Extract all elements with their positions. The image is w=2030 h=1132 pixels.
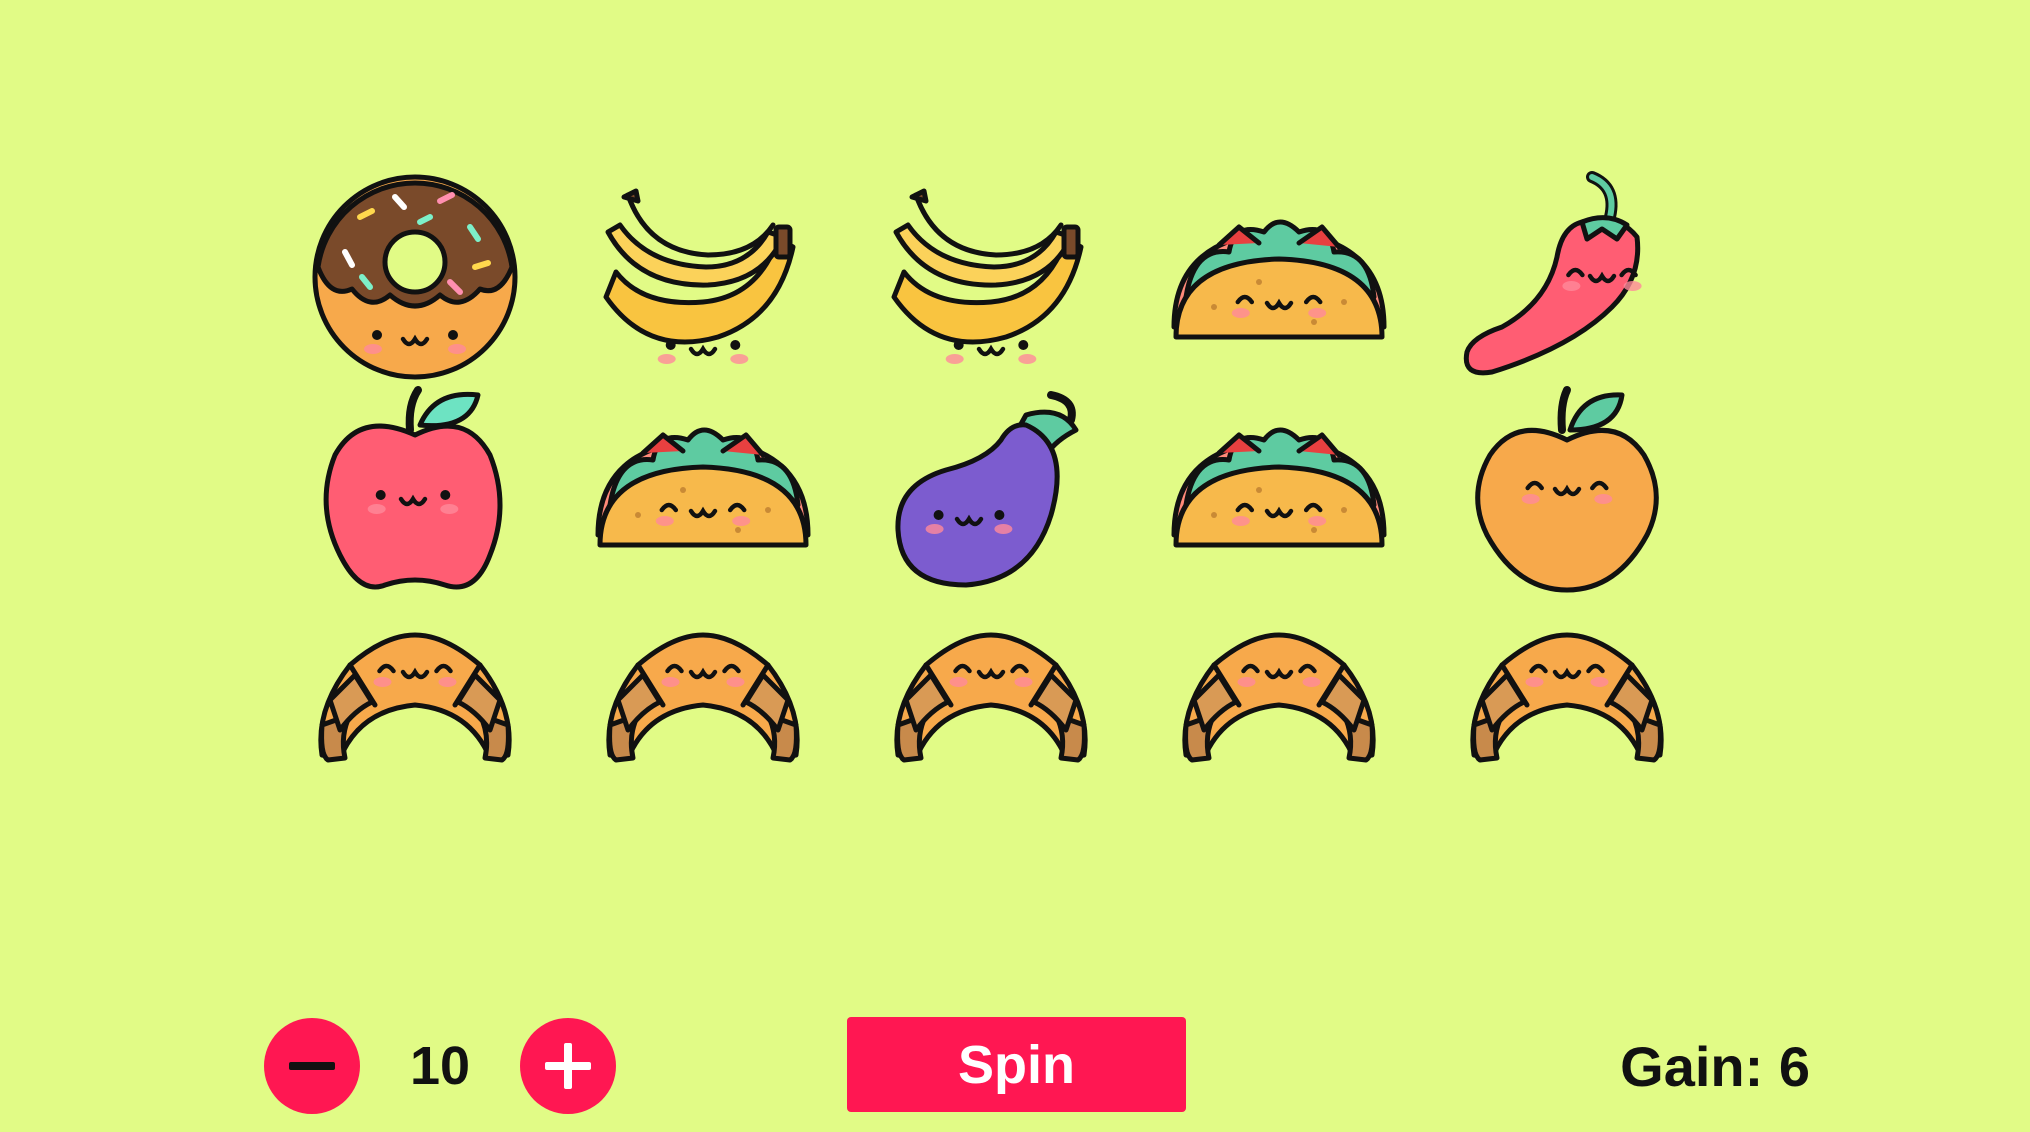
croissant-icon	[1470, 632, 1664, 763]
bet-amount: 10	[409, 1036, 471, 1096]
reel-1-symbol-1	[300, 172, 530, 392]
croissant-icon	[894, 632, 1088, 763]
reel-2-symbol-2	[588, 380, 818, 600]
decrease-bet-button[interactable]	[264, 1018, 360, 1114]
plus-icon	[545, 1043, 591, 1089]
reel-5-symbol-3	[1452, 585, 1682, 805]
reel-4-symbol-1	[1164, 172, 1394, 392]
slot-machine: 10 Spin Gain: 6	[0, 0, 2030, 1132]
reel-2-symbol-3	[588, 585, 818, 805]
taco-icon	[1171, 427, 1387, 548]
chili-pepper-icon	[1463, 171, 1642, 376]
taco-icon	[1171, 219, 1387, 340]
reel-4-symbol-3	[1164, 585, 1394, 805]
minus-icon	[289, 1062, 335, 1070]
croissant-icon	[1182, 632, 1376, 763]
reel-3-symbol-3	[876, 585, 1106, 805]
reel-2-symbol-1	[588, 172, 818, 392]
reel-3-symbol-1	[876, 172, 1106, 392]
increase-bet-button[interactable]	[520, 1018, 616, 1114]
banana-icon	[603, 188, 796, 364]
croissant-icon	[606, 632, 800, 763]
eggplant-icon	[895, 391, 1079, 588]
taco-icon	[595, 427, 811, 548]
spin-button[interactable]: Spin	[847, 1017, 1186, 1112]
croissant-icon	[318, 632, 512, 763]
apple-icon	[323, 386, 503, 590]
reel-5-symbol-2	[1452, 380, 1682, 600]
banana-icon	[891, 188, 1084, 364]
peach-icon	[1475, 386, 1659, 593]
gain-display: Gain: 6	[1620, 1034, 1810, 1098]
reel-5-symbol-1	[1452, 171, 1682, 392]
reel-3-symbol-2	[876, 380, 1106, 600]
reel-4-symbol-2	[1164, 380, 1394, 600]
donut-icon	[312, 174, 518, 380]
reel-1-symbol-3	[300, 585, 530, 805]
reel-1-symbol-2	[300, 380, 530, 600]
